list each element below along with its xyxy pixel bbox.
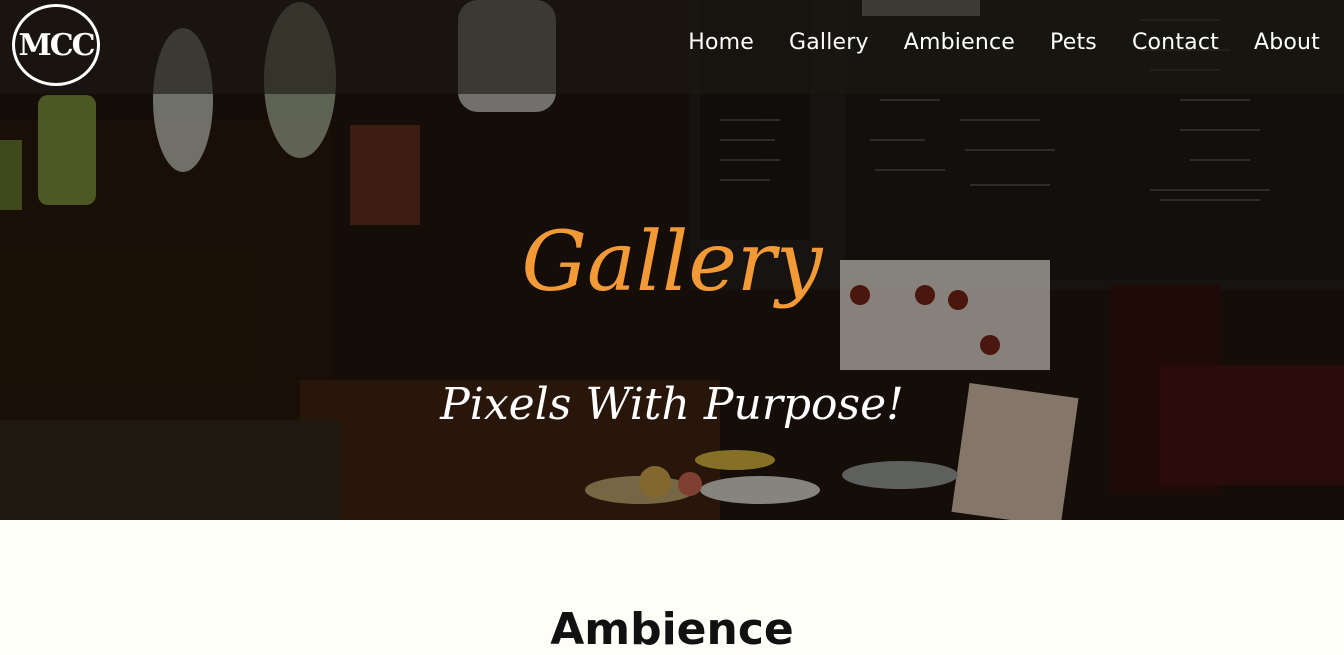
mcc-logo[interactable]: MCC <box>12 4 100 86</box>
top-navbar: MCC Home Gallery Ambience Pets Contact A… <box>0 0 1344 94</box>
nav-pets[interactable]: Pets <box>1050 30 1097 55</box>
main-nav: Home Gallery Ambience Pets Contact About <box>688 30 1320 55</box>
nav-gallery[interactable]: Gallery <box>789 30 869 55</box>
nav-about[interactable]: About <box>1254 30 1320 55</box>
nav-ambience[interactable]: Ambience <box>904 30 1015 55</box>
nav-home[interactable]: Home <box>688 30 754 55</box>
hero-title: Gallery <box>521 215 823 310</box>
section-title-ambience: Ambience <box>550 604 794 655</box>
nav-contact[interactable]: Contact <box>1132 30 1219 55</box>
hero-subtitle: Pixels With Purpose! <box>440 379 904 430</box>
